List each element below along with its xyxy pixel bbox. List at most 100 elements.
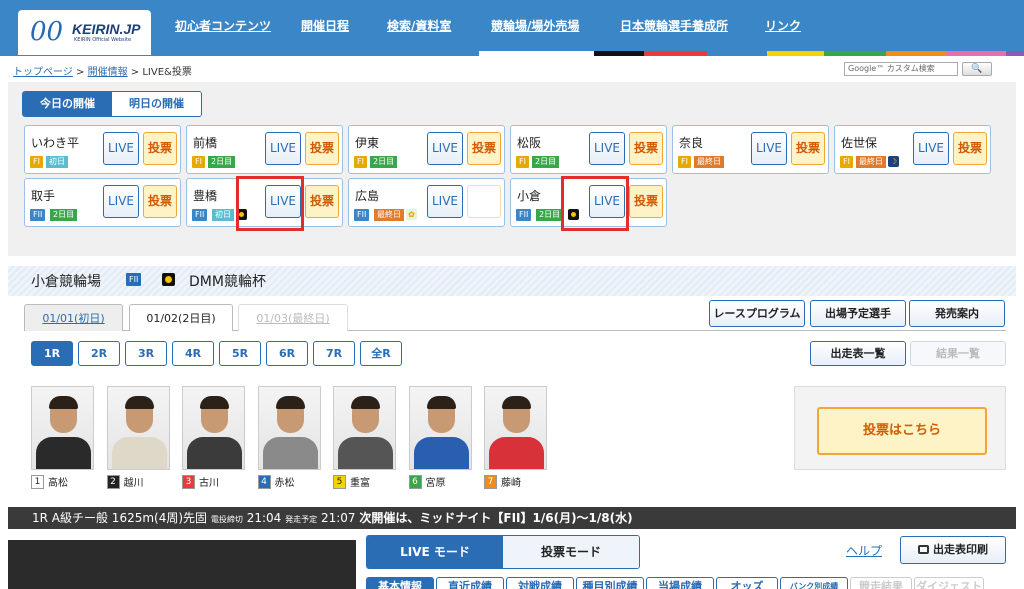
bet-button[interactable]: 投票 [953,132,987,165]
mode-tabs: LIVE モード 投票モード [366,535,640,569]
venue-card: 松阪 FI 2日目 LIVE 投票 [510,125,667,174]
live-mode-tab[interactable]: LIVE モード [367,536,503,568]
rider-name: 赤松 [274,478,295,489]
bet-button[interactable]: 投票 [467,132,501,165]
nav-color-bar [644,51,707,56]
bet-button[interactable]: 投票 [791,132,825,165]
rider-card[interactable]: 6 宮原 [408,386,472,489]
program-button[interactable]: レースプログラム [709,300,805,327]
bet-button[interactable]: 投票 [143,132,177,165]
help-link[interactable]: ヘルプ [846,542,882,559]
venue-name: 豊橋 [193,189,218,203]
bet-button[interactable]: 投票 [305,185,339,218]
breadcrumb-home[interactable]: トップページ [13,67,73,78]
race-button[interactable]: 6R [266,341,308,366]
sub-tab[interactable]: 直近成績 [436,577,504,589]
rider-card[interactable]: 5 重富 [333,386,396,489]
rider-card[interactable]: 3 古川 [182,386,245,489]
morning-icon: ✿ [406,209,417,220]
race-info-bar: 1R A級チー般 1625m(4周)先固 電投締切 21:04 発走予定 21:… [8,507,1016,529]
live-video[interactable] [8,540,356,589]
sub-tab[interactable]: 当場成績 [646,577,714,589]
day-badge: 最終日 [374,209,404,221]
night-icon: ☽ [888,156,899,167]
bet-button[interactable]: 投票 [143,185,177,218]
search-button[interactable]: 🔍 [962,62,992,76]
nav-color-bar [1006,51,1024,56]
rider-label: 4 赤松 [257,474,321,489]
nav-color-bar [946,51,1006,56]
nav-color-bar [594,51,644,56]
venue-card: いわき平 FI 初日 LIVE 投票 [24,125,181,174]
day-badge: 最終日 [856,156,886,168]
tab-tomorrow[interactable]: 明日の開催 [112,92,201,116]
sub-tab[interactable]: オッズ [716,577,778,589]
close-label: 電投締切 [210,515,243,524]
rider-name: 重富 [350,478,370,489]
print-button[interactable]: 出走表印刷 [900,536,1006,564]
rider-label: 3 古川 [182,474,245,489]
rider-card[interactable]: 4 赤松 [257,386,321,489]
nav-link[interactable]: 検索/資料室 [387,17,451,34]
sub-tab[interactable]: バンク別成績 [780,577,848,589]
date-tab[interactable]: 01/02(2日目) [129,304,233,331]
entry-list-button[interactable]: 出走表一覧 [810,341,906,366]
live-button[interactable]: LIVE [103,185,139,218]
rider-name: 藤崎 [501,478,521,489]
venue-name: 小倉 [517,189,542,203]
bet-mode-tab[interactable]: 投票モード [503,536,639,568]
bet-button[interactable]: 投票 [629,132,663,165]
race-button[interactable]: 全R [360,341,402,366]
search-input[interactable]: Google™ カスタム検索 [844,62,958,76]
race-button[interactable]: 1R [31,341,73,366]
rider-name: 宮原 [425,478,446,489]
rider-body [413,437,469,469]
live-button[interactable]: LIVE [265,132,301,165]
live-button[interactable]: LIVE [751,132,787,165]
tab-today[interactable]: 今日の開催 [23,92,112,116]
sub-tab[interactable]: 種目別成績 [576,577,644,589]
rider-hair [200,396,229,409]
venue-name: 伊東 [355,136,380,150]
rider-card[interactable]: 2 越川 [106,386,170,489]
breadcrumb-info[interactable]: 開催情報 [88,67,128,78]
race-button[interactable]: 2R [78,341,120,366]
nav-link[interactable]: 初心者コンテンツ [175,17,271,34]
live-button[interactable]: LIVE [427,132,463,165]
program-button[interactable]: 出場予定選手 [810,300,906,327]
live-button[interactable]: LIVE [103,132,139,165]
sub-tab[interactable]: 基本情報 [366,577,434,589]
live-button[interactable]: LIVE [589,132,625,165]
day-badge: 2日目 [370,156,398,168]
nav-link[interactable]: 競輪場/場外売場 [491,17,579,34]
live-button[interactable]: LIVE [427,185,463,218]
rider-label: 2 越川 [106,474,170,489]
rider-photo [484,386,547,470]
rider-number: 7 [484,474,497,489]
venue-panel: 今日の開催 明日の開催 いわき平 FI 初日 LIVE 投票 前橋 FI 2日目 LIVE 投票 伊東 F… [8,82,1016,256]
rider-photo [333,386,396,470]
nav-link[interactable]: 日本競輪選手養成所 [620,17,728,34]
site-logo[interactable]: 00 KEIRIN.JP KEIRIN Official Website [18,10,151,55]
race-button[interactable]: 7R [313,341,355,366]
rider-card[interactable]: 1 高松 [31,386,94,489]
day-badge: 最終日 [694,156,724,168]
venue-card: 奈良 FI 最終日 LIVE 投票 [672,125,829,174]
venue-name: 取手 [31,189,56,203]
rider-card[interactable]: 7 藤崎 [484,386,547,489]
race-button[interactable]: 4R [172,341,214,366]
date-tab[interactable]: 01/01(初日) [24,304,123,331]
nav-link[interactable]: リンク [765,17,801,34]
bet-button[interactable]: 投票 [629,185,663,218]
nav-link[interactable]: 開催日程 [301,17,349,34]
race-button[interactable]: 5R [219,341,261,366]
program-button[interactable]: 発売案内 [909,300,1005,327]
rider-photo [257,386,321,470]
cup-name: DMM競輪杯 [189,274,266,290]
day-badge: 初日 [46,156,68,168]
sub-tab[interactable]: 対戦成績 [506,577,574,589]
live-button[interactable]: LIVE [913,132,949,165]
bet-button[interactable]: 投票 [305,132,339,165]
bet-here-button[interactable]: 投票はこちら [817,407,987,455]
race-button[interactable]: 3R [125,341,167,366]
